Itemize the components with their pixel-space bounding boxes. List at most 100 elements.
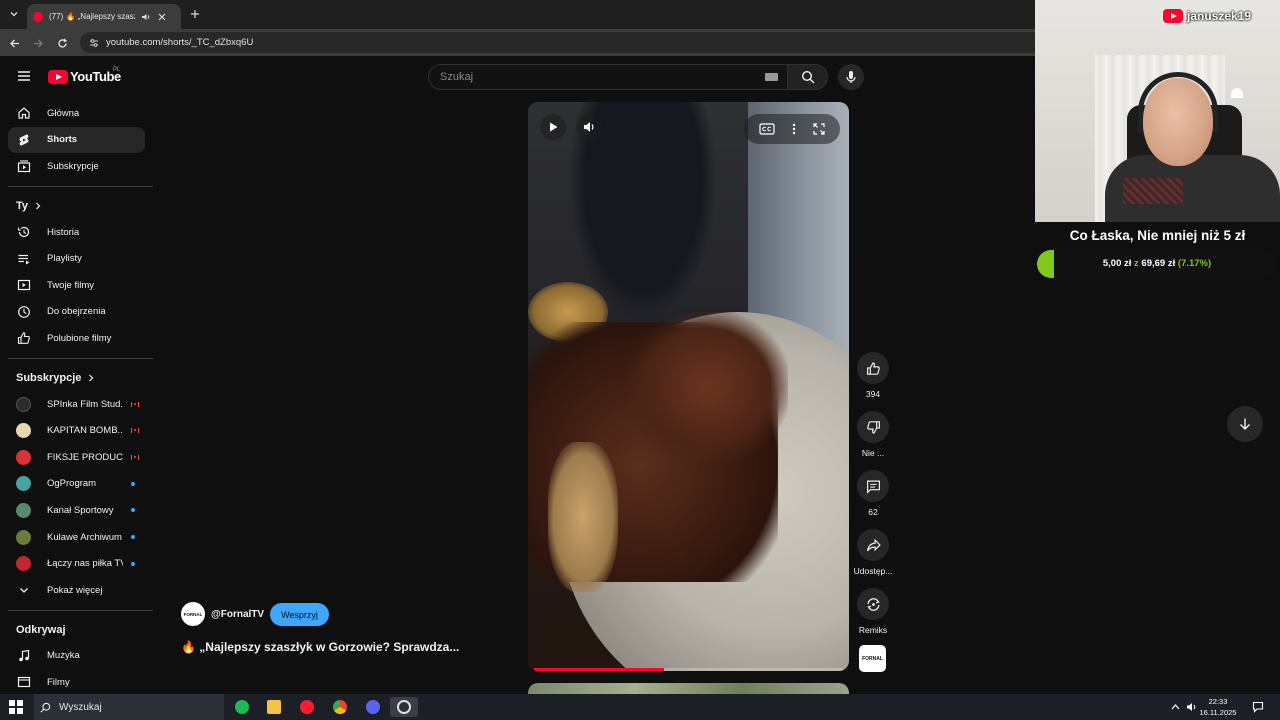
sidebar-item-label: Shorts bbox=[47, 134, 78, 146]
taskbar-clock[interactable]: 22:33 16.11.2025 bbox=[1198, 696, 1238, 718]
music-icon bbox=[16, 648, 31, 663]
sidebar-section-subscriptions[interactable]: Subskrypcje bbox=[0, 365, 153, 391]
taskbar-app-chrome[interactable] bbox=[326, 697, 354, 717]
channel-name: KAPITAN BOMB... bbox=[47, 425, 123, 437]
next-short-button[interactable] bbox=[1227, 406, 1263, 442]
channel-handle[interactable]: @FornalTV bbox=[211, 609, 264, 620]
discord-icon bbox=[366, 700, 380, 714]
keyboard-icon[interactable] bbox=[765, 73, 778, 81]
menu-icon[interactable] bbox=[16, 68, 32, 84]
tab-search-button[interactable] bbox=[5, 5, 23, 23]
youtube-logo-icon bbox=[1163, 9, 1183, 23]
arrow-down-icon bbox=[1240, 418, 1250, 430]
search-box[interactable] bbox=[428, 64, 788, 90]
more-vertical-icon[interactable] bbox=[792, 123, 796, 135]
channel-name: OgProgram bbox=[47, 478, 97, 490]
taskbar-search[interactable]: Wyszukaj bbox=[34, 694, 224, 720]
taskbar-app-opera[interactable] bbox=[293, 697, 321, 717]
show-more-button[interactable]: Pokaż więcej bbox=[8, 577, 145, 604]
channel-name: Łączy nas piłka TV bbox=[47, 558, 123, 570]
sidebar-item-shorts[interactable]: Shorts bbox=[8, 126, 145, 154]
notification-icon[interactable] bbox=[1252, 701, 1264, 713]
channel-name: Kulawe Archiwum bbox=[47, 531, 122, 543]
live-icon bbox=[131, 428, 139, 434]
sidebar-item-music[interactable]: Muzyka bbox=[8, 643, 145, 670]
chevron-right-icon bbox=[89, 374, 94, 382]
video-frame bbox=[548, 442, 618, 592]
sidebar-sub-channel[interactable]: FIKSJE PRODUC... bbox=[8, 444, 145, 471]
sidebar-item-subscriptions[interactable]: Subskrypcje bbox=[8, 153, 145, 180]
dislike-button[interactable]: Nie ... bbox=[848, 411, 898, 458]
goal-title: Co Łaska, Nie mniej niż 5 zł bbox=[1069, 228, 1246, 243]
sidebar-item-home[interactable]: Główna bbox=[8, 100, 145, 127]
tab-close-button[interactable] bbox=[157, 12, 167, 22]
play-icon bbox=[550, 122, 558, 132]
taskbar-app-discord[interactable] bbox=[359, 697, 387, 717]
windows-logo-icon bbox=[17, 708, 23, 714]
shorts-icon bbox=[16, 132, 31, 147]
search-input[interactable] bbox=[440, 71, 750, 83]
chrome-icon bbox=[333, 700, 347, 714]
youtube-logo[interactable]: YouTube PL bbox=[48, 67, 121, 84]
video-progress-fill bbox=[534, 668, 664, 671]
channel-avatar[interactable]: FORNAL bbox=[181, 602, 205, 626]
channel-logo-text: FORNAL bbox=[862, 655, 883, 662]
captions-icon[interactable] bbox=[759, 123, 775, 135]
sidebar-sub-channel[interactable]: Łączy nas piłka TV bbox=[8, 550, 145, 577]
remix-button[interactable]: Remiks bbox=[848, 588, 898, 635]
speaker-icon[interactable] bbox=[1186, 702, 1198, 712]
sidebar-sub-channel[interactable]: OgProgram bbox=[8, 471, 145, 498]
live-icon bbox=[131, 454, 139, 460]
sidebar-sub-channel[interactable]: Kanał Sportowy bbox=[8, 497, 145, 524]
taskbar-app-spotify[interactable] bbox=[228, 697, 256, 717]
search-button[interactable] bbox=[787, 64, 828, 90]
sidebar-item-label: Główna bbox=[47, 107, 80, 119]
sidebar-section-you[interactable]: Ty bbox=[0, 193, 153, 219]
dislike-icon bbox=[857, 411, 889, 443]
video-progress-bar[interactable] bbox=[534, 668, 843, 671]
back-button[interactable] bbox=[6, 35, 22, 51]
history-icon bbox=[16, 225, 31, 240]
sidebar-sub-channel[interactable]: SPInka Film Stud... bbox=[8, 391, 145, 418]
section-heading: Ty bbox=[16, 199, 29, 212]
voice-search-button[interactable] bbox=[838, 64, 864, 90]
forward-button[interactable] bbox=[30, 35, 46, 51]
goal-progress-text: 5,00 zł z 69,69 zł (7.17%) bbox=[1037, 258, 1277, 269]
play-button[interactable] bbox=[540, 114, 566, 140]
video-frame bbox=[628, 312, 788, 462]
sidebar-item-your-videos[interactable]: Twoje filmy bbox=[8, 272, 145, 299]
audio-playing-icon[interactable] bbox=[141, 12, 151, 22]
sidebar-item-watch-later[interactable]: Do obejrzenia bbox=[8, 299, 145, 326]
sidebar-item-playlists[interactable]: Playlisty bbox=[8, 245, 145, 272]
taskbar-app-obs[interactable] bbox=[390, 697, 418, 717]
sidebar-sub-channel[interactable]: Kulawe Archiwum bbox=[8, 524, 145, 551]
taskbar-app-file-explorer[interactable] bbox=[260, 697, 288, 717]
comment-count: 62 bbox=[868, 507, 878, 517]
sidebar-item-movies[interactable]: Filmy bbox=[8, 669, 145, 696]
reload-button[interactable] bbox=[54, 35, 70, 51]
sidebar-item-liked-videos[interactable]: Polubione filmy bbox=[8, 325, 145, 352]
sidebar-item-history[interactable]: Historia bbox=[8, 219, 145, 246]
short-video-player[interactable] bbox=[528, 102, 849, 671]
like-button[interactable]: 394 bbox=[848, 352, 898, 399]
fullscreen-icon[interactable] bbox=[813, 123, 825, 135]
start-button[interactable] bbox=[9, 700, 23, 714]
comments-button[interactable]: 62 bbox=[848, 470, 898, 517]
share-icon bbox=[857, 529, 889, 561]
share-button[interactable]: Udostęp... bbox=[848, 529, 898, 576]
streamer-handle: januszek19 bbox=[1187, 9, 1252, 23]
browser-tab[interactable]: (77) 🔥 „Najlepszy szaszłyk w Gorzowie bbox=[27, 4, 181, 29]
sidebar-sub-channel[interactable]: KAPITAN BOMB... bbox=[8, 417, 145, 444]
mute-button[interactable] bbox=[576, 114, 602, 140]
short-title[interactable]: 🔥 „Najlepszy szaszłyk w Gorzowie? Sprawd… bbox=[181, 640, 481, 654]
tray-chevron-up-icon[interactable] bbox=[1171, 703, 1180, 711]
channel-thumbnail[interactable]: FORNAL bbox=[859, 645, 886, 672]
remix-icon bbox=[857, 588, 889, 620]
support-button[interactable]: Wesprzyj bbox=[270, 603, 329, 626]
clock-date: 16.11.2025 bbox=[1199, 708, 1237, 717]
site-info-icon[interactable] bbox=[88, 37, 100, 49]
opera-icon bbox=[300, 700, 314, 714]
dislike-label: Nie ... bbox=[861, 448, 885, 458]
windows-logo-icon bbox=[9, 708, 15, 714]
new-tab-button[interactable] bbox=[187, 6, 203, 22]
